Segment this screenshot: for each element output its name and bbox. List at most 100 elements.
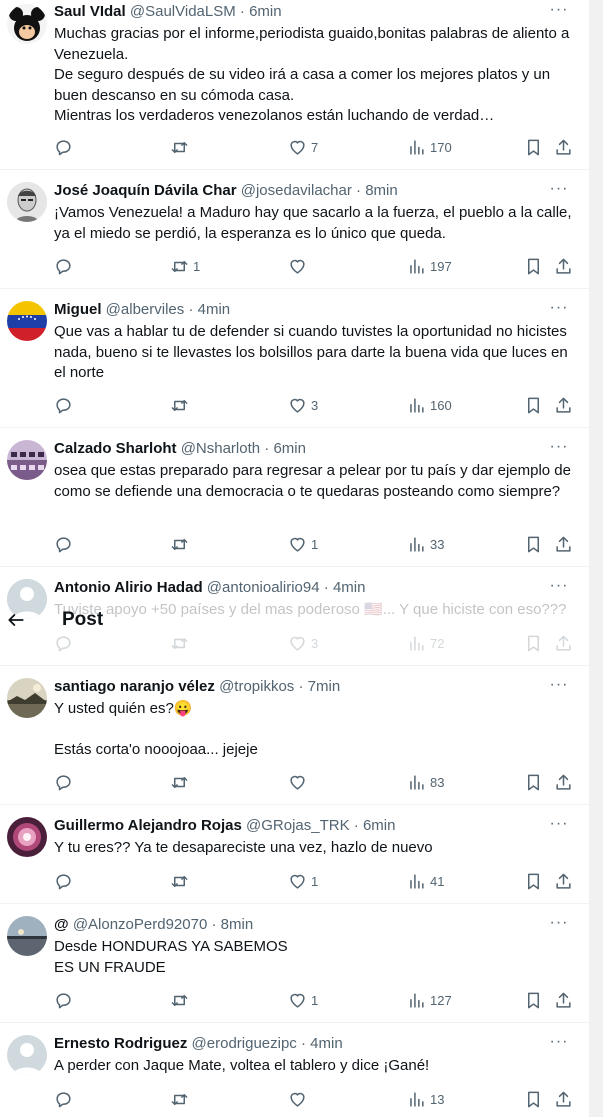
- author-handle[interactable]: @AlonzoPerd92070: [73, 916, 208, 933]
- author-name[interactable]: Calzado Sharloht: [54, 440, 177, 457]
- views-button[interactable]: 197: [407, 256, 452, 276]
- retweet-button[interactable]: 1: [170, 256, 200, 276]
- share-button[interactable]: [554, 395, 573, 415]
- like-button[interactable]: [288, 256, 311, 276]
- reply-button[interactable]: [54, 256, 77, 276]
- retweet-button[interactable]: [170, 1089, 193, 1109]
- avatar[interactable]: [7, 182, 47, 222]
- share-button[interactable]: [554, 871, 573, 891]
- bookmark-button[interactable]: [524, 395, 543, 415]
- avatar[interactable]: [7, 4, 47, 44]
- author-name[interactable]: Guillermo Alejandro Rojas: [54, 817, 242, 834]
- avatar[interactable]: [7, 440, 47, 480]
- timestamp[interactable]: 7min: [308, 678, 341, 695]
- share-button[interactable]: [554, 990, 573, 1010]
- tweet[interactable]: Calzado Sharloht @Nsharloth · 6min ··· o…: [0, 428, 589, 567]
- author-name[interactable]: José Joaquín Dávila Char: [54, 182, 237, 199]
- timestamp[interactable]: 4min: [310, 1035, 343, 1052]
- share-button[interactable]: [554, 256, 573, 276]
- retweet-button[interactable]: [170, 395, 193, 415]
- tweet[interactable]: santiago naranjo vélez @tropikkos · 7min…: [0, 666, 589, 805]
- author-handle[interactable]: @alberviles: [106, 301, 185, 318]
- views-button[interactable]: 160: [407, 395, 452, 415]
- timestamp[interactable]: 8min: [221, 916, 254, 933]
- avatar[interactable]: [7, 916, 47, 956]
- avatar[interactable]: [7, 678, 47, 718]
- bookmark-button[interactable]: [524, 137, 543, 157]
- like-button[interactable]: [288, 1089, 311, 1109]
- retweet-button[interactable]: [170, 871, 193, 891]
- like-button[interactable]: 1: [288, 990, 318, 1010]
- more-options-icon[interactable]: ···: [549, 2, 569, 24]
- author-name[interactable]: Antonio Alirio Hadad: [54, 579, 203, 596]
- timestamp[interactable]: 8min: [365, 182, 398, 199]
- bookmark-button[interactable]: [524, 772, 543, 792]
- timestamp[interactable]: 6min: [273, 440, 306, 457]
- tweet[interactable]: Miguel @alberviles · 4min ··· Que vas a …: [0, 289, 589, 428]
- like-button[interactable]: 1: [288, 534, 318, 554]
- author-handle[interactable]: @antonioalirio94: [207, 579, 320, 596]
- timestamp[interactable]: 4min: [198, 301, 231, 318]
- reply-button[interactable]: [54, 990, 77, 1010]
- reply-button[interactable]: [54, 1089, 77, 1109]
- retweet-button[interactable]: [170, 990, 193, 1010]
- timestamp[interactable]: 4min: [333, 579, 366, 596]
- like-button[interactable]: 3: [288, 395, 318, 415]
- views-button[interactable]: 83: [407, 772, 444, 792]
- more-options-icon[interactable]: ···: [549, 816, 569, 838]
- author-handle[interactable]: @Nsharloth: [181, 440, 260, 457]
- author-handle[interactable]: @SaulVidaLSM: [130, 3, 236, 20]
- tweet[interactable]: José Joaquín Dávila Char @josedavilachar…: [0, 170, 589, 289]
- author-name[interactable]: santiago naranjo vélez: [54, 678, 215, 695]
- more-options-icon[interactable]: ···: [549, 300, 569, 322]
- author-handle[interactable]: @erodriguezipc: [192, 1035, 297, 1052]
- more-options-icon[interactable]: ···: [549, 439, 569, 461]
- views-button[interactable]: 127: [407, 990, 452, 1010]
- timestamp[interactable]: 6min: [249, 3, 282, 20]
- reply-button[interactable]: [54, 395, 77, 415]
- avatar[interactable]: [7, 817, 47, 857]
- tweet[interactable]: Saul VIdal @SaulVidaLSM · 6min ··· Mucha…: [0, 0, 589, 170]
- more-options-icon[interactable]: ···: [549, 181, 569, 203]
- views-button[interactable]: 41: [407, 871, 444, 891]
- views-button[interactable]: 13: [407, 1089, 444, 1109]
- tweet[interactable]: Ernesto Rodriguez @erodriguezipc · 4min …: [0, 1023, 589, 1117]
- views-button[interactable]: 170: [407, 137, 452, 157]
- retweet-button[interactable]: [170, 534, 193, 554]
- like-button[interactable]: 1: [288, 871, 318, 891]
- share-button[interactable]: [554, 772, 573, 792]
- like-button[interactable]: [288, 772, 311, 792]
- author-name[interactable]: Miguel: [54, 301, 102, 318]
- bookmark-button[interactable]: [524, 534, 543, 554]
- reply-button[interactable]: [54, 772, 77, 792]
- bookmark-button[interactable]: [524, 871, 543, 891]
- reply-button[interactable]: [54, 137, 77, 157]
- avatar[interactable]: [7, 301, 47, 341]
- scrollbar[interactable]: [589, 0, 603, 1117]
- more-options-icon[interactable]: ···: [549, 915, 569, 937]
- share-button[interactable]: [554, 534, 573, 554]
- reply-button[interactable]: [54, 534, 77, 554]
- bookmark-button[interactable]: [524, 1089, 543, 1109]
- retweet-button[interactable]: [170, 137, 193, 157]
- author-handle[interactable]: @tropikkos: [219, 678, 294, 695]
- more-options-icon[interactable]: ···: [549, 1034, 569, 1056]
- author-name[interactable]: @: [54, 916, 69, 933]
- tweet[interactable]: Guillermo Alejandro Rojas @GRojas_TRK · …: [0, 805, 589, 904]
- author-name[interactable]: Saul VIdal: [54, 3, 126, 20]
- like-button[interactable]: 7: [288, 137, 318, 157]
- share-button[interactable]: [554, 1089, 573, 1109]
- bookmark-button[interactable]: [524, 256, 543, 276]
- avatar[interactable]: [7, 1035, 47, 1075]
- author-handle[interactable]: @josedavilachar: [241, 182, 352, 199]
- more-options-icon[interactable]: ···: [549, 578, 569, 600]
- bookmark-button[interactable]: [524, 990, 543, 1010]
- more-options-icon[interactable]: ···: [549, 677, 569, 699]
- author-handle[interactable]: @GRojas_TRK: [246, 817, 350, 834]
- reply-button[interactable]: [54, 871, 77, 891]
- views-button[interactable]: 33: [407, 534, 444, 554]
- arrow-left-icon[interactable]: [6, 610, 26, 630]
- author-name[interactable]: Ernesto Rodriguez: [54, 1035, 187, 1052]
- share-button[interactable]: [554, 137, 573, 157]
- retweet-button[interactable]: [170, 772, 193, 792]
